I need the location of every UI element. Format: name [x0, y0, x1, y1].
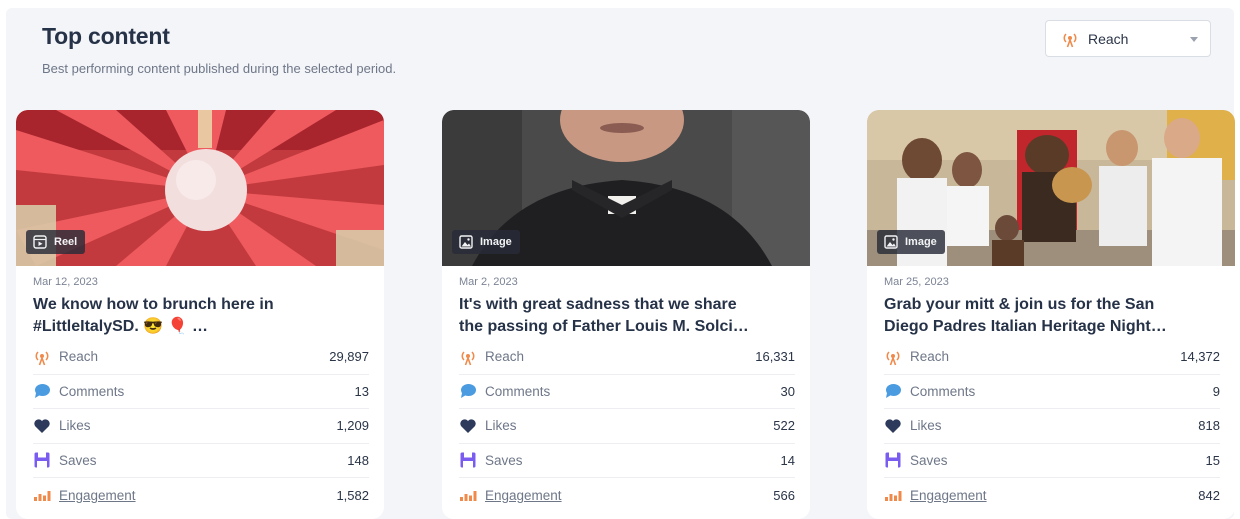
reach-antenna-icon — [459, 348, 477, 366]
top-content-panel: Top content Best performing content publ… — [6, 8, 1235, 519]
post-caption-line: We know how to brunch here in — [33, 296, 274, 313]
metric-value: 29,897 — [329, 349, 369, 365]
metric-label: Likes — [59, 418, 91, 434]
comment-bubble-icon — [33, 382, 51, 400]
reach-antenna-icon — [33, 348, 51, 366]
content-type-badge: Reel — [26, 230, 86, 254]
metric-value: 522 — [773, 418, 795, 434]
content-thumbnail[interactable]: Reel — [16, 110, 384, 266]
metric-value: 842 — [1198, 487, 1220, 503]
post-caption[interactable]: It's with great sadness that we share th… — [459, 294, 799, 338]
metric-row-comments: Comments 13 — [33, 375, 369, 409]
engagement-link[interactable]: Engagement — [59, 488, 336, 503]
metric-row-engagement[interactable]: Engagement 1,582 — [33, 478, 369, 513]
post-caption-line: It's with great sadness that we share — [459, 296, 737, 313]
save-disk-icon — [884, 451, 902, 469]
metric-row-likes: Likes 522 — [459, 409, 795, 444]
metric-value: 14,372 — [1180, 349, 1220, 365]
heart-icon — [33, 417, 51, 435]
metric-value: 1,582 — [336, 487, 369, 503]
metric-label: Likes — [910, 418, 942, 434]
page-subtitle: Best performing content published during… — [42, 61, 397, 76]
metric-row-comments: Comments 9 — [884, 375, 1220, 409]
metrics-list: Reach 16,331 Comments 30 Likes 522 Saves… — [459, 340, 795, 513]
save-disk-icon — [33, 451, 51, 469]
metric-value: 566 — [773, 487, 795, 503]
metric-row-engagement[interactable]: Engagement 842 — [884, 478, 1220, 513]
metric-row-comments: Comments 30 — [459, 375, 795, 409]
metric-label: Comments — [59, 383, 125, 399]
metric-row-reach: Reach 14,372 — [884, 340, 1220, 375]
image-icon — [883, 234, 899, 250]
content-type-label: Reel — [54, 236, 78, 248]
content-card[interactable]: Image Mar 2, 2023 It's with great sadnes… — [442, 110, 810, 519]
metric-row-likes: Likes 1,209 — [33, 409, 369, 444]
metric-value: 9 — [1212, 383, 1220, 399]
metric-value: 1,209 — [336, 418, 369, 434]
post-caption[interactable]: We know how to brunch here in #LittleIta… — [33, 294, 373, 338]
post-date: Mar 12, 2023 — [33, 276, 98, 288]
metric-row-reach: Reach 16,331 — [459, 340, 795, 375]
content-type-label: Image — [480, 236, 512, 248]
metric-label: Saves — [910, 452, 948, 468]
metric-label: Reach — [910, 349, 950, 365]
bar-chart-icon — [884, 486, 902, 504]
metric-select[interactable]: Reach — [1045, 20, 1211, 57]
heart-icon — [884, 417, 902, 435]
engagement-link[interactable]: Engagement — [910, 488, 1198, 503]
content-thumbnail[interactable]: Image — [867, 110, 1235, 266]
post-caption-line: #LittleItalySD. 😎 🎈 … — [33, 318, 208, 335]
metric-label: Saves — [59, 452, 97, 468]
post-date: Mar 25, 2023 — [884, 276, 949, 288]
reach-antenna-icon — [884, 348, 902, 366]
metric-value: 16,331 — [755, 349, 795, 365]
metric-label: Reach — [59, 349, 99, 365]
post-caption[interactable]: Grab your mitt & join us for the San Die… — [884, 294, 1224, 338]
image-icon — [458, 234, 474, 250]
bar-chart-icon — [33, 486, 51, 504]
page-title: Top content — [42, 23, 170, 49]
bar-chart-icon — [459, 486, 477, 504]
metric-value: 30 — [780, 383, 795, 399]
metrics-list: Reach 29,897 Comments 13 Likes 1,209 Sav… — [33, 340, 369, 513]
comment-bubble-icon — [884, 382, 902, 400]
reel-icon — [32, 234, 48, 250]
metric-value: 818 — [1198, 418, 1220, 434]
post-date: Mar 2, 2023 — [459, 276, 518, 288]
engagement-link[interactable]: Engagement — [485, 488, 773, 503]
metrics-list: Reach 14,372 Comments 9 Likes 818 Saves … — [884, 340, 1220, 513]
comment-bubble-icon — [459, 382, 477, 400]
metric-value: 15 — [1205, 452, 1220, 468]
content-type-label: Image — [905, 236, 937, 248]
post-caption-line: Diego Padres Italian Heritage Night… — [884, 318, 1167, 335]
metric-row-saves: Saves 14 — [459, 444, 795, 478]
heart-icon — [459, 417, 477, 435]
save-disk-icon — [459, 451, 477, 469]
post-caption-line: Grab your mitt & join us for the San — [884, 296, 1155, 313]
content-thumbnail[interactable]: Image — [442, 110, 810, 266]
metric-row-engagement[interactable]: Engagement 566 — [459, 478, 795, 513]
content-card[interactable]: Image Mar 25, 2023 Grab your mitt & join… — [867, 110, 1235, 519]
content-type-badge: Image — [877, 230, 945, 254]
metric-label: Likes — [485, 418, 517, 434]
content-type-badge: Image — [452, 230, 520, 254]
metric-row-likes: Likes 818 — [884, 409, 1220, 444]
metric-select-value: Reach — [1088, 30, 1129, 47]
metric-row-saves: Saves 15 — [884, 444, 1220, 478]
post-caption-line: the passing of Father Louis M. Solci… — [459, 318, 749, 335]
chevron-down-icon — [1190, 37, 1198, 42]
metric-value: 13 — [354, 383, 369, 399]
metric-label: Saves — [485, 452, 523, 468]
reach-antenna-icon — [1060, 29, 1080, 49]
metric-label: Reach — [485, 349, 525, 365]
metric-row-saves: Saves 148 — [33, 444, 369, 478]
metric-label: Comments — [910, 383, 976, 399]
metric-label: Comments — [485, 383, 551, 399]
metric-value: 148 — [347, 452, 369, 468]
content-card[interactable]: Reel Mar 12, 2023 We know how to brunch … — [16, 110, 384, 519]
metric-row-reach: Reach 29,897 — [33, 340, 369, 375]
metric-value: 14 — [780, 452, 795, 468]
